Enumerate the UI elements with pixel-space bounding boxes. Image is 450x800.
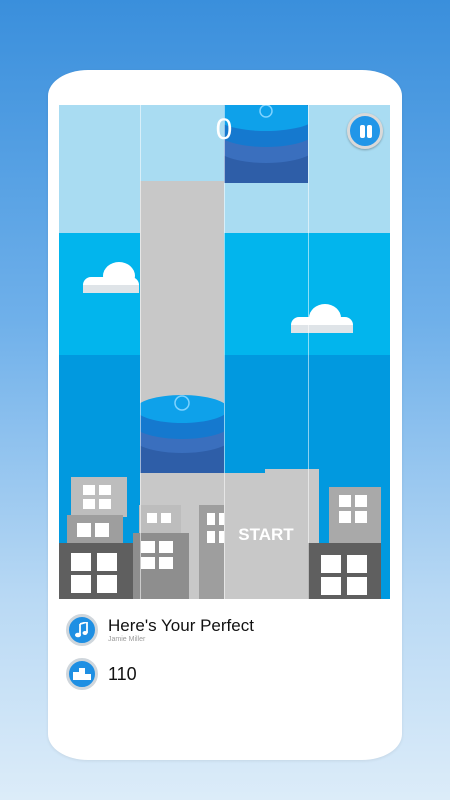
music-note-icon (75, 622, 88, 638)
song-info: Here's Your Perfect Jamie Miller (66, 614, 254, 646)
pause-button[interactable] (347, 113, 383, 149)
start-label[interactable]: START (224, 525, 308, 545)
best-score-row: 110 (66, 658, 137, 690)
best-score-button[interactable] (66, 658, 98, 690)
best-score-value: 110 (108, 663, 137, 684)
note-tile-active[interactable] (140, 393, 224, 473)
lane-divider-3 (308, 105, 309, 599)
podium-icon (73, 668, 91, 680)
cloud-right (291, 304, 353, 333)
song-button[interactable] (66, 614, 98, 646)
lane-divider-1 (140, 105, 141, 599)
game-board[interactable]: START 0 (59, 105, 390, 599)
song-title: Here's Your Perfect (108, 615, 254, 635)
cloud-left (83, 262, 139, 293)
lane-divider-2 (224, 105, 225, 599)
score-counter: 0 (215, 113, 233, 146)
song-artist: Jamie Miller (108, 635, 146, 643)
